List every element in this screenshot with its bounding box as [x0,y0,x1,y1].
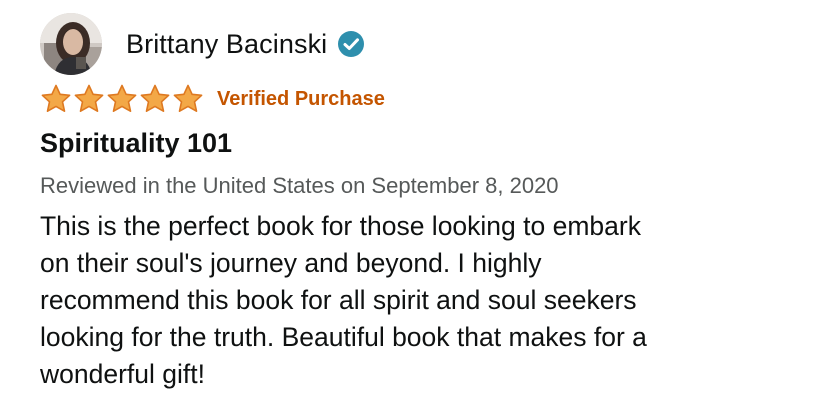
avatar[interactable] [40,13,102,75]
verified-check-icon [337,30,365,58]
review-body-line: on their soul's journey and beyond. I hi… [40,248,542,278]
star-icon [106,83,138,115]
reviewer-profile[interactable]: Brittany Bacinski [40,12,365,76]
review-body-line: wonderful gift! [40,359,205,389]
rating-row: Verified Purchase [40,82,385,116]
verified-purchase-label: Verified Purchase [217,87,385,110]
reviewer-name[interactable]: Brittany Bacinski [126,29,327,60]
review-card: Brittany Bacinski Verified Purchase Spir… [0,0,828,416]
star-icon [40,83,72,115]
avatar-photo-icon [40,13,102,75]
star-icon [73,83,105,115]
review-body-line: This is the perfect book for those looki… [40,211,641,241]
star-icon [139,83,171,115]
star-rating[interactable] [40,83,205,115]
review-body-line: looking for the truth. Beautiful book th… [40,322,647,352]
review-body: This is the perfect book for those looki… [40,208,800,393]
star-icon [172,83,204,115]
review-title[interactable]: Spirituality 101 [40,128,232,159]
review-body-line: recommend this book for all spirit and s… [40,285,637,315]
review-date: Reviewed in the United States on Septemb… [40,173,559,198]
